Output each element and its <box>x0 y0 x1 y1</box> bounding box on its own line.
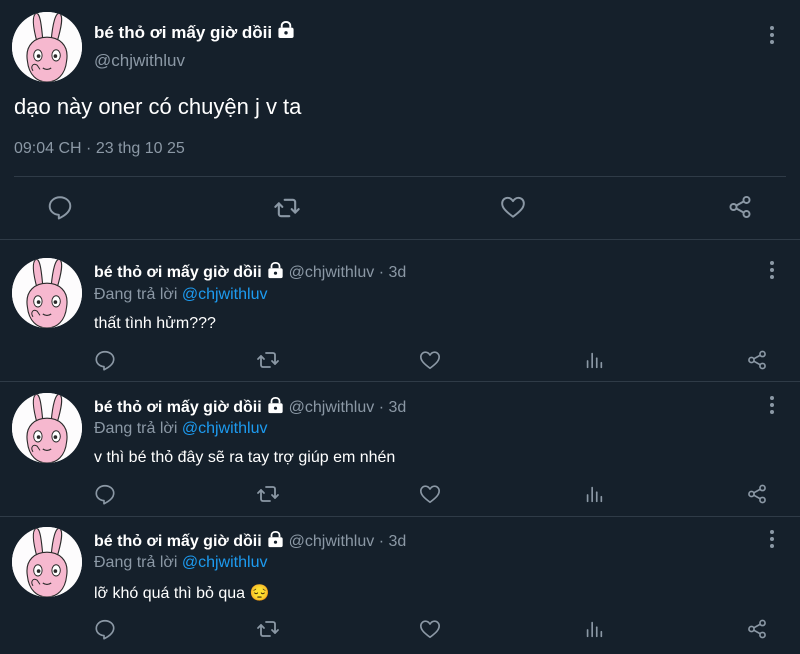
retweet-icon <box>257 486 279 502</box>
handle-time: @chjwithluv · 3d <box>288 399 407 416</box>
share-icon <box>729 195 751 219</box>
retweet-button[interactable] <box>256 348 280 372</box>
more-vertical-icon[interactable] <box>762 527 782 551</box>
replying-prefix: Đang trả lời <box>94 286 182 303</box>
lock-icon <box>277 21 295 44</box>
avatar[interactable] <box>12 258 82 328</box>
reply-text: v thì bé thỏ đây sẽ ra tay trợ giúp em n… <box>94 449 396 466</box>
reply-button[interactable] <box>47 194 73 220</box>
retweet-button[interactable] <box>256 617 280 641</box>
bar-chart-icon <box>586 352 603 369</box>
views-button[interactable] <box>583 349 605 371</box>
avatar[interactable] <box>12 12 82 82</box>
divider <box>0 516 800 517</box>
tweet-timestamp[interactable]: 09:04 CH · 23 thg 10 25 <box>14 140 185 158</box>
retweet-button[interactable] <box>273 194 301 222</box>
heart-icon <box>501 196 525 218</box>
display-name[interactable]: bé thỏ ơi mấy giờ dồii @chjwithluv · 3d <box>94 397 406 419</box>
like-button[interactable] <box>419 618 441 640</box>
share-icon <box>748 350 766 370</box>
like-button[interactable] <box>419 483 441 505</box>
avatar[interactable] <box>12 393 82 463</box>
like-button[interactable] <box>419 349 441 371</box>
speech-bubble-icon <box>48 196 72 220</box>
divider <box>0 239 800 240</box>
lock-icon <box>267 262 284 284</box>
heart-icon <box>420 620 440 639</box>
replying-to: Đang trả lời @chjwithluv <box>94 286 267 304</box>
retweet-icon <box>257 352 279 368</box>
display-name-text: bé thỏ ơi mấy giờ dồii <box>94 533 262 550</box>
share-icon <box>748 619 766 639</box>
display-name[interactable]: bé thỏ ơi mấy giờ dồii @chjwithluv · 3d <box>94 530 407 553</box>
more-vertical-icon[interactable] <box>762 393 782 417</box>
replying-to-link[interactable]: @chjwithluv <box>182 286 268 303</box>
display-name-text: bé thỏ ơi mấy giờ dồii <box>94 399 262 416</box>
replying-to: Đang trả lời @chjwithluv <box>94 420 267 438</box>
reply-button[interactable] <box>94 349 116 371</box>
display-name[interactable]: bé thỏ ơi mấy giờ dồii @chjwithluv · 3d <box>94 262 406 284</box>
retweet-icon <box>274 198 300 218</box>
views-button[interactable] <box>583 483 605 505</box>
speech-bubble-icon <box>95 619 115 640</box>
reply-button[interactable] <box>94 618 116 640</box>
retweet-icon <box>257 621 279 637</box>
reply-button[interactable] <box>94 483 116 505</box>
share-button[interactable] <box>727 194 753 220</box>
reply-text: thất tình hửm??? <box>94 315 216 332</box>
retweet-button[interactable] <box>256 482 280 506</box>
replying-to-link[interactable]: @chjwithluv <box>182 420 268 437</box>
lock-icon <box>267 530 284 553</box>
lock-icon <box>267 397 284 419</box>
speech-bubble-icon <box>95 484 115 505</box>
avatar[interactable] <box>12 527 82 597</box>
share-button[interactable] <box>746 349 768 371</box>
share-button[interactable] <box>746 483 768 505</box>
more-vertical-icon[interactable] <box>762 23 782 47</box>
views-button[interactable] <box>583 618 605 640</box>
divider <box>14 176 786 177</box>
handle-time: @chjwithluv · 3d <box>288 533 407 550</box>
bar-chart-icon <box>586 486 603 503</box>
replying-prefix: Đang trả lời <box>94 554 182 571</box>
replying-prefix: Đang trả lời <box>94 420 182 437</box>
share-icon <box>748 484 766 504</box>
speech-bubble-icon <box>95 350 115 371</box>
display-name-text: bé thỏ ơi mấy giờ dồii <box>94 264 262 281</box>
display-name-text: bé thỏ ơi mấy giờ dồii <box>94 22 273 42</box>
tweet-text: dạo này oner có chuyện j v ta <box>14 94 302 119</box>
user-handle[interactable]: @chjwithluv <box>94 51 185 71</box>
heart-icon <box>420 351 440 370</box>
replying-to-link[interactable]: @chjwithluv <box>182 554 268 571</box>
bar-chart-icon <box>586 621 603 638</box>
display-name[interactable]: bé thỏ ơi mấy giờ dồii <box>94 21 295 44</box>
share-button[interactable] <box>746 618 768 640</box>
like-button[interactable] <box>500 194 526 220</box>
reply-text: lỡ khó quá thì bỏ qua 😔 <box>94 585 270 602</box>
divider <box>0 381 800 382</box>
more-vertical-icon[interactable] <box>762 258 782 282</box>
handle-time: @chjwithluv · 3d <box>288 264 407 281</box>
heart-icon <box>420 485 440 504</box>
replying-to: Đang trả lời @chjwithluv <box>94 554 267 572</box>
